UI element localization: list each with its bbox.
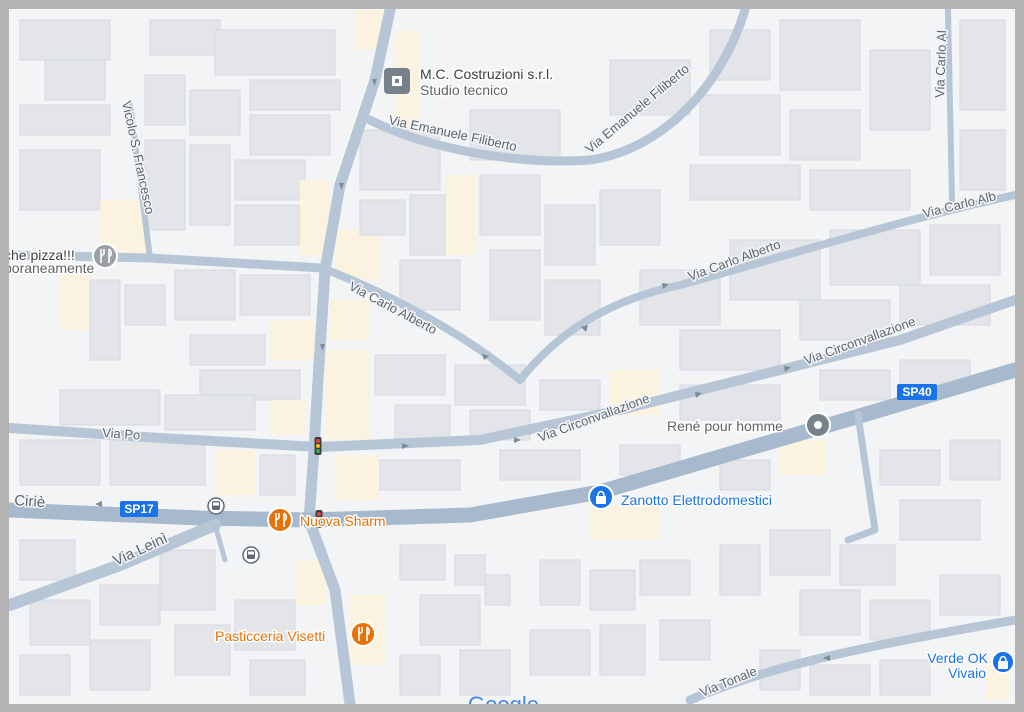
road-shield-sp17: SP17 bbox=[120, 501, 158, 517]
poi-verde-ok-category: Vivaio bbox=[948, 665, 986, 681]
street-label-via-cirie: Ciriè bbox=[14, 492, 46, 511]
google-watermark: Google bbox=[468, 692, 539, 704]
traffic-light-icon bbox=[314, 437, 322, 455]
poi-mc-costruzioni-name: M.C. Costruzioni s.r.l. bbox=[420, 66, 553, 82]
bus-icon[interactable] bbox=[242, 546, 260, 564]
fork-knife-icon bbox=[350, 621, 376, 647]
bus-icon[interactable] bbox=[207, 497, 225, 515]
fork-knife-icon bbox=[267, 507, 293, 533]
map-canvas[interactable]: Via Emanuele Filiberto Via Emanuele Fili… bbox=[9, 9, 1015, 704]
poi-visetti-name: Pasticceria Visetti bbox=[215, 628, 325, 644]
poi-nuova-sharm-name: Nuova Sharm bbox=[300, 513, 386, 529]
map-frame: Via Emanuele Filiberto Via Emanuele Fili… bbox=[0, 0, 1024, 712]
road-shield-sp40: SP40 bbox=[897, 384, 937, 400]
poi-rene-name: René pour homme bbox=[667, 418, 783, 434]
poi-zanotto-name: Zanotto Elettrodomestici bbox=[621, 492, 772, 508]
street-label-via-carlo-alberto-vertical: Via Carlo Al bbox=[932, 30, 949, 98]
poi-verde-ok-name: Verde OK bbox=[927, 650, 988, 666]
road-shield-sp40-label: SP40 bbox=[902, 385, 932, 399]
road-shield-sp17-label: SP17 bbox=[124, 502, 154, 516]
street-label-via-po: Via Po bbox=[102, 425, 141, 443]
poi-pizza-status: poraneamente bbox=[9, 260, 95, 276]
poi-mc-costruzioni-category: Studio tecnico bbox=[420, 82, 508, 98]
fork-knife-icon bbox=[92, 243, 118, 269]
